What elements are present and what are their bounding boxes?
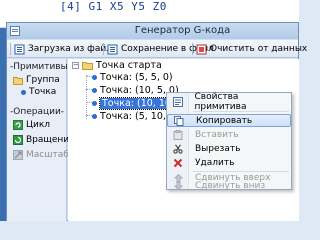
group-item[interactable]: Группа (13, 75, 60, 85)
scale-label: Масштаб (26, 150, 69, 160)
primitives-header: -Примитивы- (10, 62, 71, 72)
toolbar: Загрузка из файла Сохранение в файл Очис… (7, 40, 307, 58)
cut-icon (173, 144, 183, 154)
menu-item-copy[interactable]: Копировать (167, 114, 291, 127)
menu-separator (193, 171, 289, 172)
tree-root-node[interactable]: − Точка старта (72, 60, 162, 71)
group-label: Группа (26, 75, 60, 85)
menu-item-properties[interactable]: Свойства примитива (167, 92, 291, 112)
toolbar-separator (103, 43, 104, 55)
menu-item-label: Вставить (195, 129, 239, 140)
scale-item[interactable]: Масштаб (13, 150, 69, 160)
point-icon (92, 75, 97, 80)
delete-icon (173, 158, 183, 167)
point-item[interactable]: Точка (21, 87, 56, 97)
clear-data-label: Очистить от данных (210, 44, 308, 54)
load-from-file-label: Загрузка из файла (28, 44, 118, 54)
menu-item-paste[interactable]: Вставить (167, 128, 291, 141)
save-file-icon (107, 44, 118, 54)
down-arrow-icon (173, 182, 183, 190)
cycle-icon (13, 120, 23, 130)
tree-root-label: Точка старта (96, 60, 162, 71)
paste-icon (173, 129, 183, 140)
scale-icon (13, 150, 23, 160)
copy-icon (174, 115, 184, 126)
menu-item-label: Копировать (196, 115, 253, 126)
rotate-icon (13, 135, 23, 145)
tree-node[interactable]: Точка: (5, 5, 0) (92, 72, 173, 83)
up-arrow-icon (173, 174, 183, 182)
point-icon (92, 114, 97, 119)
context-menu: Свойства примитива Копировать Вставить В… (166, 92, 292, 191)
tree-guide-line (86, 75, 87, 119)
folder-icon (13, 76, 23, 85)
open-file-icon (14, 44, 25, 54)
left-panel: -Примитивы- Группа Точка -Операции- Цикл… (7, 59, 75, 221)
menu-item-label: Сдвинуть вниз (195, 181, 266, 191)
clear-data-button[interactable]: Очистить от данных (196, 42, 307, 56)
point-label: Точка (29, 87, 57, 97)
clear-icon (196, 44, 207, 54)
properties-icon (172, 96, 183, 107)
load-from-file-button[interactable]: Загрузка из файла (14, 42, 117, 56)
menu-item-label: Удалить (195, 157, 235, 168)
toolbar-grip (10, 43, 11, 55)
window-title: Генератор G-кода (134, 25, 231, 36)
toolbar-separator (192, 43, 193, 55)
point-icon (92, 101, 97, 106)
point-icon (21, 89, 26, 95)
cycle-item[interactable]: Цикл (13, 120, 50, 130)
collapse-toggle[interactable]: − (72, 62, 79, 69)
cycle-label: Цикл (26, 120, 51, 130)
background-code-line: [4] G1 X5 Y5 Z0 (60, 0, 167, 13)
title-bar[interactable]: Генератор G-кода (7, 23, 298, 39)
rotate-item[interactable]: Вращение (13, 135, 75, 145)
point-icon (92, 88, 97, 93)
menu-item-label: Свойства примитива (194, 91, 247, 112)
menu-item-cut[interactable]: Вырезать (167, 142, 291, 155)
menu-separator (193, 111, 289, 112)
tree-node-label: Точка: (5, 5, 0) (100, 72, 173, 83)
menu-item-label: Вырезать (195, 143, 241, 154)
operations-header: -Операции- (10, 107, 65, 117)
folder-icon (82, 62, 93, 70)
menu-item-delete[interactable]: Удалить (167, 156, 291, 169)
menu-item-move-down[interactable]: Сдвинуть вниз (167, 181, 291, 191)
